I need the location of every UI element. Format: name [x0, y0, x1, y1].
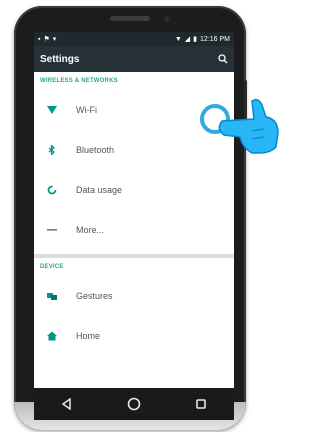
home-icon — [42, 331, 62, 341]
battery-icon: ▮ — [193, 36, 198, 43]
settings-item-home[interactable]: Home — [34, 316, 234, 356]
back-icon[interactable] — [61, 398, 73, 410]
settings-item-label: Gestures — [76, 291, 113, 301]
section-header-wireless: WIRELESS & NETWORKS — [40, 78, 118, 84]
signal-icon: ◢ — [184, 36, 191, 43]
wifi-icon — [42, 106, 62, 114]
navigation-bar — [34, 388, 234, 420]
pointing-hand-icon — [218, 98, 279, 154]
notification-icon: ▪ — [38, 35, 41, 43]
search-icon[interactable] — [218, 54, 228, 64]
notification-icon-2: ⚑ — [43, 36, 50, 43]
data-usage-icon — [42, 185, 62, 195]
settings-item-gestures[interactable]: Gestures — [34, 276, 234, 316]
front-camera — [164, 16, 170, 22]
settings-item-label: Bluetooth — [76, 145, 115, 155]
app-bar: Settings — [34, 46, 234, 72]
status-time: 12:16 PM — [200, 35, 230, 43]
gestures-icon — [42, 291, 62, 301]
settings-item-label: Wi-Fi — [76, 105, 97, 115]
earpiece-speaker — [110, 16, 150, 21]
settings-item-label: More... — [76, 225, 105, 235]
page-title: Settings — [40, 53, 80, 65]
bluetooth-icon — [42, 145, 62, 155]
status-bar: ▪ ⚑ ▾ ▼ ◢ ▮ 12:16 PM — [34, 32, 234, 46]
settings-item-bluetooth[interactable]: Bluetooth — [34, 130, 234, 170]
wifi-status-icon: ▼ — [174, 35, 182, 43]
recents-icon[interactable] — [195, 398, 207, 410]
section-header-device: DEVICE — [40, 264, 64, 270]
settings-item-label: Data usage — [76, 185, 123, 195]
screen: ▪ ⚑ ▾ ▼ ◢ ▮ 12:16 PM Settings WIRELESS &… — [34, 32, 234, 388]
more-icon — [42, 228, 62, 232]
notification-icon-3: ▾ — [52, 36, 57, 43]
settings-item-more[interactable]: More... — [34, 210, 234, 250]
settings-item-label: Home — [76, 331, 101, 341]
home-nav-icon[interactable] — [127, 397, 141, 411]
settings-item-data-usage[interactable]: Data usage — [34, 170, 234, 210]
